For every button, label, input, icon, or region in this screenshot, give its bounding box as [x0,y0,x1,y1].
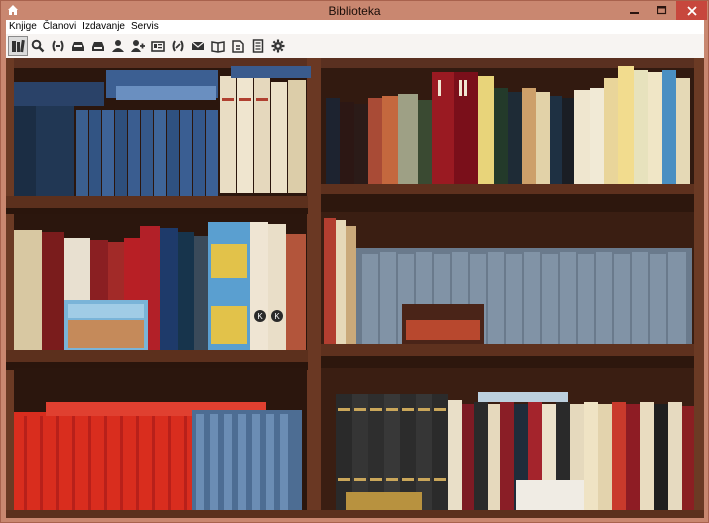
menu-clanovi[interactable]: Članovi [40,20,79,34]
document-icon [252,39,264,53]
link-icon [52,40,64,52]
app-window: Biblioteka Knjige Članovi Izdavanje Serv… [0,0,709,523]
settings-tool-button[interactable] [268,36,288,56]
link-2-icon [172,40,184,52]
document-tool-button[interactable] [248,36,268,56]
maximize-button[interactable] [649,1,675,20]
add-person-icon [131,40,145,52]
id-card-icon [151,41,165,52]
books-tool-button[interactable] [8,36,28,56]
minimize-button[interactable] [622,1,648,20]
menu-servis[interactable]: Servis [128,20,162,34]
bookshelf-background-image: K K [6,58,704,518]
close-icon [686,5,697,16]
maximize-icon [657,5,667,14]
add-person-tool-button[interactable] [128,36,148,56]
books-icon [12,39,25,53]
close-button[interactable] [676,1,707,20]
tray-icon [72,42,84,51]
minimize-icon [630,11,639,14]
menu-bar: Knjige Članovi Izdavanje Servis [6,20,704,34]
tray-out-tool-button[interactable] [88,36,108,56]
tray-tool-button[interactable] [68,36,88,56]
search-icon [31,39,45,53]
return-book-tool-button[interactable] [228,36,248,56]
menu-knjige[interactable]: Knjige [6,20,40,34]
bookshelf-illustration: K K [6,58,704,518]
id-card-tool-button[interactable] [148,36,168,56]
search-tool-button[interactable] [28,36,48,56]
envelope-tool-button[interactable] [188,36,208,56]
person-icon [112,40,124,52]
person-tool-button[interactable] [108,36,128,56]
open-book-icon [211,41,225,53]
menu-izdavanje[interactable]: Izdavanje [79,20,128,34]
link-2-tool-button[interactable] [168,36,188,56]
link-tool-button[interactable] [48,36,68,56]
tray-out-icon [92,42,104,51]
toolbar [6,34,704,58]
title-bar[interactable]: Biblioteka [1,1,708,20]
envelope-icon [191,41,205,50]
window-title: Biblioteka [328,4,381,18]
return-book-icon [232,40,244,53]
gear-icon [271,39,285,53]
book-badge-k-2: K [274,312,280,321]
book-badge-k-1: K [257,312,263,321]
open-book-tool-button[interactable] [208,36,228,56]
